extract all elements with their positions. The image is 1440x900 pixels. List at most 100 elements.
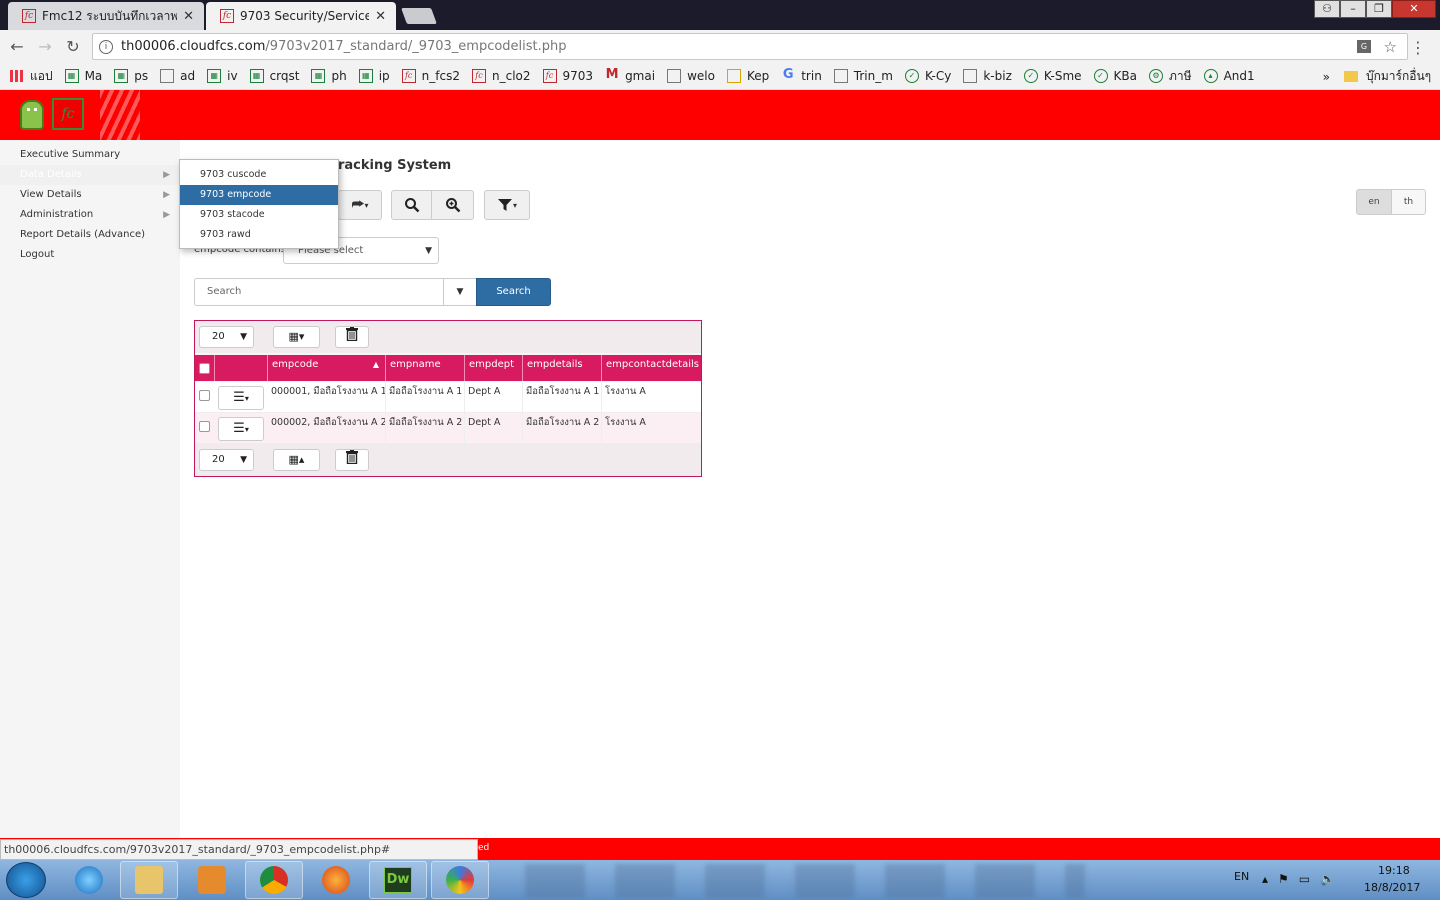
submenu-item-9703-cuscode[interactable]: 9703 cuscode	[180, 165, 338, 185]
bookmark-star-icon[interactable]: ☆	[1384, 38, 1397, 56]
search-toggle-button[interactable]	[391, 190, 432, 220]
sidebar-item-administration[interactable]: Administration ▶	[0, 205, 180, 225]
sheet-icon: ▦	[311, 69, 326, 83]
bookmark-item[interactable]: fc n_clo2	[472, 69, 531, 83]
sidebar-item-executive-summary[interactable]: Executive Summary	[0, 145, 180, 165]
translate-icon[interactable]: G	[1357, 40, 1371, 53]
taskbar-ie[interactable]	[60, 861, 118, 899]
row-actions-button[interactable]: ☰▾	[218, 386, 264, 410]
row-checkbox[interactable]	[199, 421, 210, 432]
bookmark-item[interactable]: Kep	[726, 69, 770, 83]
cell-empcontactdetails: โรงงาน A	[605, 417, 646, 428]
taskbar-dreamweaver[interactable]: Dw	[369, 861, 427, 899]
bookmark-item[interactable]: Gtrin	[781, 68, 822, 83]
filter-button[interactable]: ▾	[484, 190, 530, 220]
search-options-button[interactable]: ▼	[443, 278, 477, 306]
taskbar-chrome[interactable]	[245, 861, 303, 899]
bookmark-item[interactable]: ▦ ip	[358, 69, 390, 83]
page-size-select[interactable]: 20 ▼	[199, 449, 254, 471]
other-bookmarks[interactable]: บุ๊กมาร์กอื่นๆ	[1344, 67, 1431, 86]
bookmark-item[interactable]: ▦ iv	[207, 69, 238, 83]
bookmark-label: Kep	[746, 69, 770, 83]
bookmark-label: Ma	[84, 69, 103, 83]
grid-bottom-toolbar: 20 ▼ ▦▴	[195, 444, 701, 476]
columns-button[interactable]: ▦▴	[273, 449, 320, 471]
column-header-empdetails[interactable]: empdetails	[523, 355, 602, 381]
forward-icon[interactable]: →	[34, 37, 56, 56]
bookmark-label: n_clo2	[492, 69, 531, 83]
fc-icon: fc	[472, 69, 486, 83]
column-header-empname[interactable]: empname	[386, 355, 465, 381]
input-language[interactable]: EN	[1234, 870, 1249, 883]
row-checkbox[interactable]	[199, 390, 210, 401]
select-all-checkbox[interactable]	[199, 363, 210, 374]
bookmark-item[interactable]: ▦ ph	[311, 69, 347, 83]
back-icon[interactable]: ←	[6, 37, 28, 56]
bookmark-label: K-Sme	[1043, 69, 1082, 83]
taskbar-explorer[interactable]	[120, 861, 178, 899]
sidebar-item-logout[interactable]: Logout	[0, 245, 180, 265]
user-icon[interactable]: ⚇	[1314, 0, 1340, 18]
delete-button[interactable]	[335, 449, 369, 471]
lang-th-button[interactable]: th	[1391, 189, 1426, 215]
address-bar[interactable]: i th00006.cloudfcs.com/9703v2017_standar…	[92, 33, 1408, 60]
apps-icon	[10, 70, 24, 82]
taskbar-firefox[interactable]	[307, 861, 365, 899]
start-button[interactable]	[6, 862, 46, 898]
bookmarks-more-icon[interactable]: »	[1323, 70, 1330, 84]
advanced-search-button[interactable]	[431, 190, 474, 220]
row-actions-button[interactable]: ☰▾	[218, 417, 264, 441]
column-header-empdept[interactable]: empdept	[465, 355, 523, 381]
bookmark-item[interactable]: ad	[160, 69, 195, 83]
page-size-select[interactable]: 20 ▼	[199, 326, 254, 348]
close-tab-icon[interactable]: ✕	[183, 9, 194, 24]
taskbar-paint[interactable]	[431, 861, 489, 899]
bookmark-item[interactable]: ▴ And1	[1203, 69, 1255, 83]
reload-icon[interactable]: ↻	[62, 37, 84, 56]
bookmark-item[interactable]: k-biz	[963, 69, 1012, 83]
delete-button[interactable]	[335, 326, 369, 348]
page-size-value: 20	[212, 454, 225, 465]
column-header-empcode[interactable]: empcode ▲	[268, 355, 386, 381]
bookmark-item[interactable]: Mgmai	[605, 68, 655, 83]
submenu-item-9703-rawd[interactable]: 9703 rawd	[180, 225, 338, 245]
cell-empname: มือถือโรงงาน A 2	[386, 413, 465, 444]
bookmark-item[interactable]: ✓ KBa	[1093, 69, 1137, 83]
window-close-icon[interactable]: ✕	[1392, 0, 1436, 18]
bookmark-item[interactable]: ⚙ ภาษี	[1149, 67, 1192, 86]
bookmark-item[interactable]: ▦ crqst	[249, 69, 299, 83]
submenu-item-9703-empcode[interactable]: 9703 empcode	[180, 185, 338, 205]
browser-tab-2[interactable]: fc 9703 Security/Service Tra ✕	[206, 2, 396, 30]
submenu-item-9703-stacode[interactable]: 9703 stacode	[180, 205, 338, 225]
bookmark-item[interactable]: ▦ ps	[114, 69, 148, 83]
minimize-icon[interactable]: –	[1340, 0, 1366, 18]
bookmark-item[interactable]: fc 9703	[542, 69, 593, 83]
bookmark-item[interactable]: แอป	[10, 67, 53, 86]
column-header-empcontactdetails[interactable]: empcontactdetails	[602, 355, 701, 381]
search-input[interactable]: Search	[194, 278, 444, 306]
clock-date[interactable]: 18/8/2017	[1364, 881, 1420, 894]
bookmark-item[interactable]: ✓ K-Sme	[1023, 69, 1082, 83]
browser-tab-strip: fc Fmc12 ระบบบันทึกเวลาพนัก ✕ fc 9703 Se…	[0, 0, 1440, 30]
clock-time[interactable]: 19:18	[1378, 864, 1410, 877]
lang-en-button[interactable]: en	[1356, 189, 1392, 215]
maximize-icon[interactable]: ❐	[1366, 0, 1392, 18]
tray-icons[interactable]: ▴⚑▭🔈	[1262, 872, 1345, 886]
sidebar-item-view-details[interactable]: View Details ▶	[0, 185, 180, 205]
taskbar-media-player[interactable]	[183, 861, 241, 899]
columns-button[interactable]: ▦▾	[273, 326, 320, 348]
bookmark-item[interactable]: fc n_fcs2	[401, 69, 460, 83]
browser-menu-icon[interactable]: ⋮	[1410, 38, 1426, 57]
search-button[interactable]: Search	[476, 278, 551, 306]
sidebar-item-report-details-advance[interactable]: Report Details (Advance)	[0, 225, 180, 245]
browser-tab-1[interactable]: fc Fmc12 ระบบบันทึกเวลาพนัก ✕	[8, 2, 204, 30]
bookmark-item[interactable]: ✓ K-Cy	[904, 69, 951, 83]
sidebar-item-data-details[interactable]: Data Details ▶	[0, 165, 180, 185]
bookmark-item[interactable]: ▦ Ma	[64, 69, 103, 83]
export-button[interactable]: ⮫ ▾	[338, 190, 382, 220]
info-icon[interactable]: i	[99, 39, 113, 54]
bookmark-item[interactable]: welo	[667, 69, 715, 83]
new-tab-button[interactable]	[401, 8, 437, 24]
bookmark-item[interactable]: Trin_m	[833, 69, 893, 83]
close-tab-icon[interactable]: ✕	[375, 9, 386, 24]
